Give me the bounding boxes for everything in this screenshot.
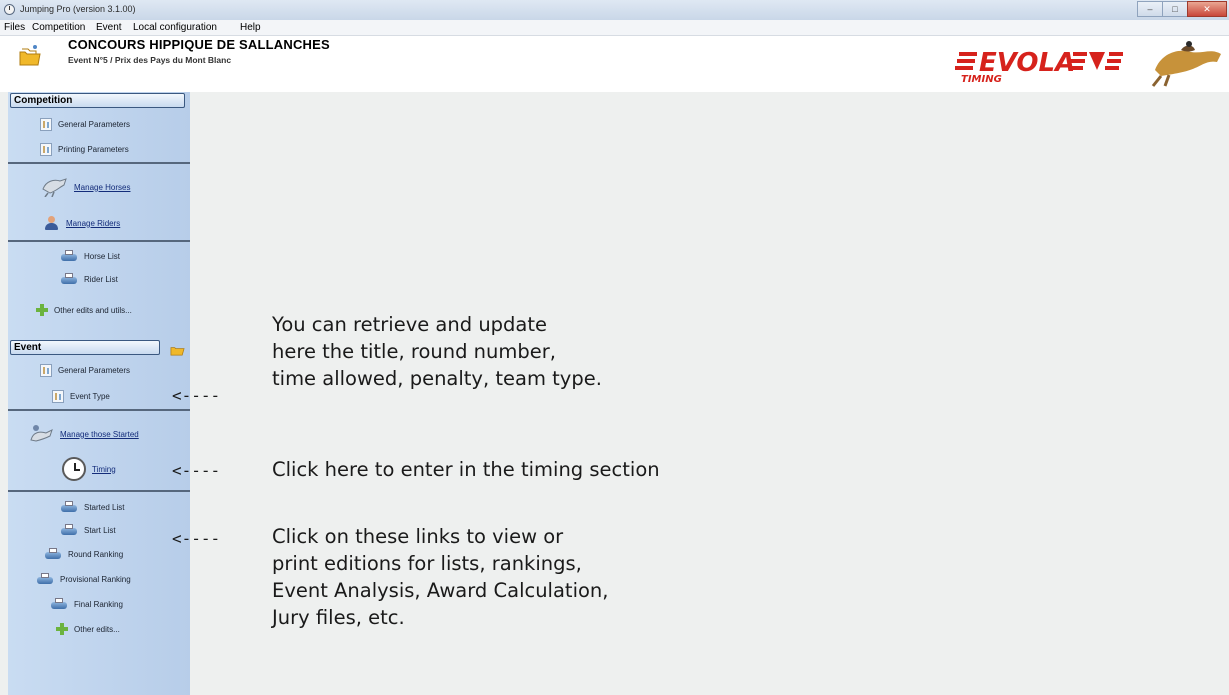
sidebar-item-final-ranking[interactable]: Final Ranking bbox=[50, 598, 123, 610]
annotation-line: You can retrieve and update bbox=[272, 313, 548, 336]
printer-icon bbox=[60, 273, 78, 285]
sidebar-item-start-list[interactable]: Start List bbox=[60, 524, 116, 536]
event-title: CONCOURS HIPPIQUE DE SALLANCHES bbox=[68, 37, 330, 52]
printer-icon bbox=[60, 524, 78, 536]
divider bbox=[8, 490, 190, 492]
annotation-line: Click on these links to view or bbox=[272, 525, 564, 548]
sidebar-item-label: Provisional Ranking bbox=[60, 574, 131, 584]
clock-icon bbox=[62, 457, 86, 481]
menu-help[interactable]: Help bbox=[240, 22, 261, 33]
sidebar-item-label: Started List bbox=[84, 502, 125, 512]
annotation-line: Click here to enter in the timing sectio… bbox=[272, 458, 660, 481]
sidebar-item-label: Horse List bbox=[84, 251, 121, 261]
sidebar-item-round-ranking[interactable]: Round Ranking bbox=[44, 548, 123, 560]
sidebar-item-rider-list[interactable]: Rider List bbox=[60, 273, 118, 285]
sidebar-item-label: General Parameters bbox=[58, 120, 131, 129]
sidebar-item-label: Start List bbox=[84, 525, 116, 535]
title-bar: Jumping Pro (version 3.1.00) – □ ✕ bbox=[0, 0, 1229, 21]
sidebar-item-label: Event Type bbox=[70, 392, 110, 401]
annotation-event-parameters: You can retrieve and update here the tit… bbox=[272, 311, 602, 392]
window-title: Jumping Pro (version 3.1.00) bbox=[20, 4, 136, 14]
sidebar-item-label: Printing Parameters bbox=[58, 145, 129, 154]
divider bbox=[8, 162, 190, 164]
annotation-line: time allowed, penalty, team type. bbox=[272, 367, 602, 390]
annotation-line: print editions for lists, rankings, bbox=[272, 552, 582, 575]
sidebar-item-label: Other edits and utils... bbox=[54, 305, 132, 315]
sidebar-item-other-edits[interactable]: Other edits... bbox=[56, 623, 120, 635]
sidebar: Competition General Parameters Printing … bbox=[8, 92, 190, 695]
parameters-icon bbox=[40, 364, 52, 377]
printer-icon bbox=[44, 548, 62, 560]
sidebar-item-printing-parameters[interactable]: Printing Parameters bbox=[40, 143, 129, 156]
sidebar-item-label: Manage Riders bbox=[66, 218, 121, 228]
printer-icon bbox=[50, 598, 68, 610]
sidebar-item-label: Manage Horses bbox=[74, 182, 131, 192]
evola-timing-logo: EVOLA TIMING bbox=[955, 41, 1221, 87]
parameters-icon bbox=[40, 143, 52, 156]
event-subtitle: Event N°5 / Prix des Pays du Mont Blanc bbox=[68, 55, 232, 65]
divider bbox=[8, 409, 190, 411]
sidebar-item-label: Final Ranking bbox=[74, 599, 123, 609]
sidebar-item-timing[interactable]: Timing bbox=[62, 457, 116, 481]
sidebar-item-manage-those-started[interactable]: Manage those Started bbox=[28, 424, 139, 444]
open-folder-icon[interactable] bbox=[18, 44, 42, 68]
open-folder-icon[interactable] bbox=[170, 342, 185, 357]
sidebar-item-event-type[interactable]: Event Type bbox=[52, 390, 110, 403]
app-icon bbox=[4, 4, 15, 15]
window-controls: – □ ✕ bbox=[1137, 1, 1227, 17]
parameters-icon bbox=[52, 390, 64, 403]
section-header-event[interactable]: Event bbox=[10, 340, 160, 355]
event-header: CONCOURS HIPPIQUE DE SALLANCHES Event N°… bbox=[0, 36, 1229, 92]
sidebar-item-general-parameters[interactable]: General Parameters bbox=[40, 118, 130, 131]
divider bbox=[8, 240, 190, 242]
annotation-arrow: <---- bbox=[172, 386, 221, 405]
annotation-editions: Click on these links to view or print ed… bbox=[272, 523, 608, 631]
sidebar-item-label: Timing bbox=[92, 464, 116, 474]
menu-files[interactable]: Files bbox=[4, 22, 25, 33]
menu-competition[interactable]: Competition bbox=[32, 22, 85, 33]
horse-rider-icon bbox=[30, 425, 53, 442]
logo-sub: TIMING bbox=[961, 74, 1002, 85]
annotation-arrow: <---- bbox=[172, 529, 221, 548]
sidebar-item-provisional-ranking[interactable]: Provisional Ranking bbox=[36, 573, 131, 585]
sidebar-item-manage-horses[interactable]: Manage Horses bbox=[40, 177, 130, 197]
close-button[interactable]: ✕ bbox=[1187, 1, 1227, 17]
sidebar-item-started-list[interactable]: Started List bbox=[60, 501, 124, 513]
printer-icon bbox=[36, 573, 54, 585]
menu-event[interactable]: Event bbox=[96, 22, 122, 33]
sidebar-item-label: General Parameters bbox=[58, 366, 131, 375]
sidebar-item-other-edits-utils[interactable]: Other edits and utils... bbox=[36, 304, 132, 316]
plus-icon bbox=[36, 304, 48, 316]
maximize-button[interactable]: □ bbox=[1162, 1, 1188, 17]
annotation-line: Event Analysis, Award Calculation, bbox=[272, 579, 609, 602]
sidebar-item-horse-list[interactable]: Horse List bbox=[60, 250, 120, 262]
annotation-timing: Click here to enter in the timing sectio… bbox=[272, 456, 660, 483]
sidebar-item-manage-riders[interactable]: Manage Riders bbox=[44, 216, 120, 230]
annotation-arrow: <---- bbox=[172, 461, 221, 480]
annotation-line: Jury files, etc. bbox=[272, 606, 405, 629]
printer-icon bbox=[60, 250, 78, 262]
section-header-competition[interactable]: Competition bbox=[10, 93, 185, 108]
printer-icon bbox=[60, 501, 78, 513]
horse-icon bbox=[42, 178, 67, 197]
menu-bar: Files Competition Event Local configurat… bbox=[0, 20, 1229, 36]
rider-icon bbox=[44, 216, 60, 230]
sidebar-item-label: Other edits... bbox=[74, 624, 120, 634]
sidebar-item-label: Rider List bbox=[84, 274, 118, 284]
sidebar-item-event-general-parameters[interactable]: General Parameters bbox=[40, 364, 130, 377]
sidebar-item-label: Round Ranking bbox=[68, 549, 124, 559]
sidebar-item-label: Manage those Started bbox=[60, 429, 139, 439]
menu-local-configuration[interactable]: Local configuration bbox=[133, 22, 217, 33]
horse-jumper-icon bbox=[1151, 41, 1221, 87]
plus-icon bbox=[56, 623, 68, 635]
minimize-button[interactable]: – bbox=[1137, 1, 1163, 17]
parameters-icon bbox=[40, 118, 52, 131]
annotation-line: here the title, round number, bbox=[272, 340, 556, 363]
